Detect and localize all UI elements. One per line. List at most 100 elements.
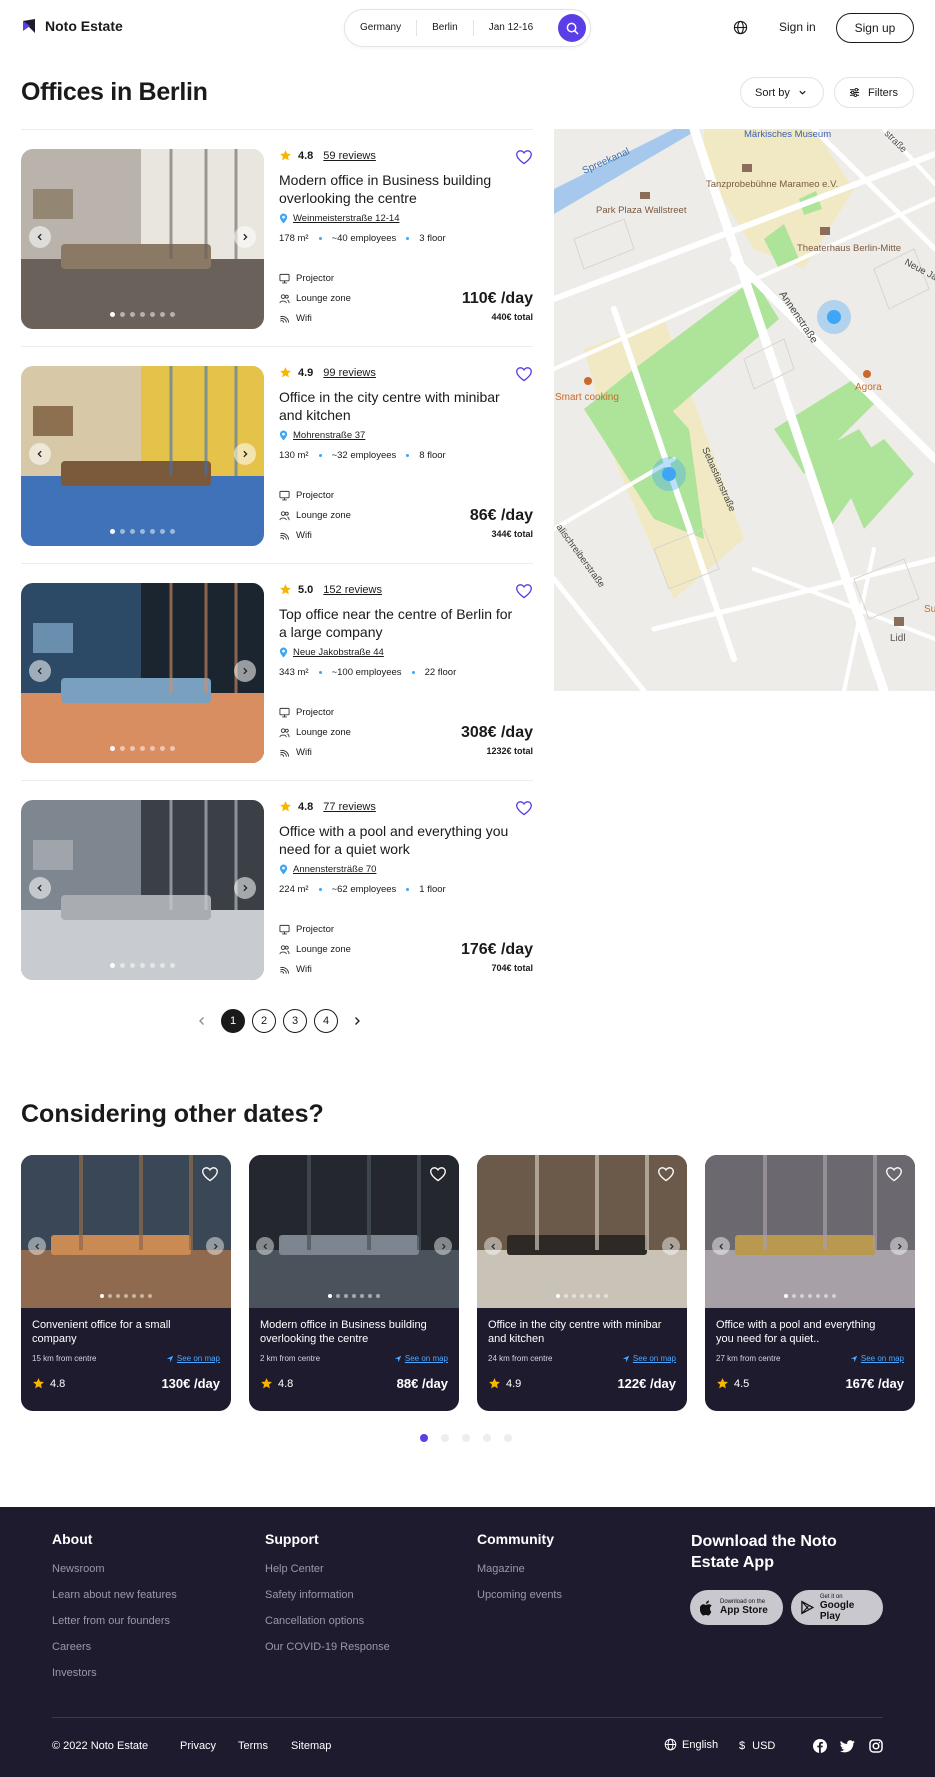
card-photo[interactable]: [477, 1155, 687, 1308]
see-on-map-link[interactable]: See on map: [850, 1354, 904, 1363]
listing-address[interactable]: Annenstersträße 70: [279, 864, 533, 875]
prev-arrow-icon[interactable]: [712, 1237, 730, 1255]
prev-arrow-icon[interactable]: [29, 660, 51, 682]
twitter-icon[interactable]: [839, 1740, 855, 1756]
carousel-dots[interactable]: [420, 1434, 512, 1442]
heart-icon[interactable]: [657, 1166, 675, 1187]
instagram-icon[interactable]: [869, 1739, 883, 1756]
reviews-link[interactable]: 99 reviews: [323, 367, 376, 379]
footer-link[interactable]: Magazine: [477, 1563, 562, 1575]
page-button[interactable]: 3: [283, 1009, 307, 1033]
listing-title[interactable]: Top office near the centre of Berlin for…: [279, 605, 519, 641]
footer-link[interactable]: Our COVID-19 Response: [265, 1641, 390, 1653]
card-title[interactable]: Office with a pool and everything you ne…: [716, 1318, 896, 1346]
heart-icon[interactable]: [515, 149, 533, 170]
date-card[interactable]: Convenient office for a small company 15…: [21, 1155, 231, 1411]
search-dates[interactable]: Jan 12-16: [474, 20, 548, 36]
next-arrow-icon[interactable]: [234, 877, 256, 899]
date-card[interactable]: Office in the city centre with minibar a…: [477, 1155, 687, 1411]
footer-link[interactable]: Learn about new features: [52, 1589, 177, 1601]
globe-icon[interactable]: [733, 20, 748, 40]
heart-icon[interactable]: [885, 1166, 903, 1187]
prev-page-icon[interactable]: [190, 1009, 214, 1033]
listing-title[interactable]: Modern office in Business building overl…: [279, 171, 519, 207]
filters-button[interactable]: Filters: [834, 77, 914, 108]
listing-title[interactable]: Office in the city centre with minibar a…: [279, 388, 519, 424]
terms-link[interactable]: Terms: [238, 1740, 268, 1752]
listing-photo[interactable]: [21, 800, 264, 980]
card-photo[interactable]: [21, 1155, 231, 1308]
footer-link[interactable]: Letter from our founders: [52, 1615, 177, 1627]
next-arrow-icon[interactable]: [234, 443, 256, 465]
search-bar[interactable]: Germany Berlin Jan 12-16: [344, 9, 591, 47]
reviews-link[interactable]: 59 reviews: [323, 150, 376, 162]
next-arrow-icon[interactable]: [206, 1237, 224, 1255]
prev-arrow-icon[interactable]: [256, 1237, 274, 1255]
listing-address[interactable]: Mohrenstraße 37: [279, 430, 533, 441]
card-title[interactable]: Office in the city centre with minibar a…: [488, 1318, 668, 1346]
listing-address[interactable]: Weinmeisterstraße 12-14: [279, 213, 533, 224]
heart-icon[interactable]: [201, 1166, 219, 1187]
see-on-map-link[interactable]: See on map: [394, 1354, 448, 1363]
prev-arrow-icon[interactable]: [29, 877, 51, 899]
card-photo[interactable]: [249, 1155, 459, 1308]
see-on-map-link[interactable]: See on map: [166, 1354, 220, 1363]
footer-link[interactable]: Newsroom: [52, 1563, 177, 1575]
listing-card[interactable]: 4.9 99 reviews Office in the city centre…: [21, 346, 533, 563]
signin-link[interactable]: Sign in: [779, 20, 816, 34]
footer-link[interactable]: Careers: [52, 1641, 177, 1653]
footer-link[interactable]: Cancellation options: [265, 1615, 390, 1627]
footer-link[interactable]: Help Center: [265, 1563, 390, 1575]
date-card[interactable]: Modern office in Business building overl…: [249, 1155, 459, 1411]
heart-icon[interactable]: [515, 800, 533, 821]
sitemap-link[interactable]: Sitemap: [291, 1740, 331, 1752]
heart-icon[interactable]: [515, 583, 533, 604]
card-title[interactable]: Convenient office for a small company: [32, 1318, 212, 1346]
language-selector[interactable]: English: [664, 1738, 718, 1751]
currency-selector[interactable]: $ USD: [739, 1740, 775, 1752]
reviews-link[interactable]: 77 reviews: [323, 801, 376, 813]
listing-photo[interactable]: [21, 583, 264, 763]
next-arrow-icon[interactable]: [662, 1237, 680, 1255]
listing-title[interactable]: Office with a pool and everything you ne…: [279, 822, 519, 858]
facebook-icon[interactable]: [813, 1739, 827, 1756]
listing-card[interactable]: 4.8 77 reviews Office with a pool and ev…: [21, 780, 533, 997]
page-button[interactable]: 4: [314, 1009, 338, 1033]
prev-arrow-icon[interactable]: [484, 1237, 502, 1255]
prev-arrow-icon[interactable]: [29, 443, 51, 465]
google-play-button[interactable]: Get it on Google Play: [791, 1590, 883, 1625]
page-button[interactable]: 1: [221, 1009, 245, 1033]
privacy-link[interactable]: Privacy: [180, 1740, 216, 1752]
search-country[interactable]: Germany: [345, 20, 418, 36]
search-city[interactable]: Berlin: [417, 20, 474, 36]
search-button[interactable]: [558, 14, 586, 42]
app-store-button[interactable]: Download on the App Store: [690, 1590, 783, 1625]
next-arrow-icon[interactable]: [434, 1237, 452, 1255]
next-arrow-icon[interactable]: [890, 1237, 908, 1255]
card-photo[interactable]: [705, 1155, 915, 1308]
next-arrow-icon[interactable]: [234, 660, 256, 682]
listing-photo[interactable]: [21, 149, 264, 329]
heart-icon[interactable]: [429, 1166, 447, 1187]
footer-link[interactable]: Safety information: [265, 1589, 390, 1601]
heart-icon[interactable]: [515, 366, 533, 387]
listing-card[interactable]: 5.0 152 reviews Top office near the cent…: [21, 563, 533, 780]
date-card[interactable]: Office with a pool and everything you ne…: [705, 1155, 915, 1411]
prev-arrow-icon[interactable]: [28, 1237, 46, 1255]
reviews-link[interactable]: 152 reviews: [323, 584, 382, 596]
sort-button[interactable]: Sort by: [740, 77, 824, 108]
signup-button[interactable]: Sign up: [836, 13, 914, 43]
page-button[interactable]: 2: [252, 1009, 276, 1033]
listing-card[interactable]: 4.8 59 reviews Modern office in Business…: [21, 129, 533, 346]
logo[interactable]: Noto Estate: [21, 18, 123, 34]
prev-arrow-icon[interactable]: [29, 226, 51, 248]
footer-link[interactable]: Investors: [52, 1667, 177, 1679]
next-page-icon[interactable]: [345, 1009, 369, 1033]
map-canvas[interactable]: Spreekanal Märkisches Museum Tanzprobebü…: [554, 129, 935, 691]
listing-address[interactable]: Neue Jakobstraße 44: [279, 647, 533, 658]
card-title[interactable]: Modern office in Business building overl…: [260, 1318, 440, 1346]
next-arrow-icon[interactable]: [234, 226, 256, 248]
listing-photo[interactable]: [21, 366, 264, 546]
footer-link[interactable]: Upcoming events: [477, 1589, 562, 1601]
see-on-map-link[interactable]: See on map: [622, 1354, 676, 1363]
